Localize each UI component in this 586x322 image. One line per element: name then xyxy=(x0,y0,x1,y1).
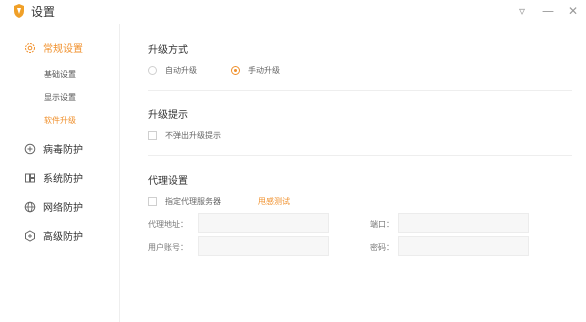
proxy-password-label: 密码： xyxy=(370,243,394,252)
sidebar-item-label: 病毒防护 xyxy=(43,145,83,156)
sidebar-item-label: 网络防护 xyxy=(43,203,83,214)
sidebar: 常规设置 基础设置 显示设置 软件升级 病毒防护 系统防护 网络防护 高级防护 xyxy=(0,24,120,322)
radio-label: 手动升级 xyxy=(248,66,280,75)
radio-label: 自动升级 xyxy=(165,66,197,75)
proxy-address-label: 代理地址： xyxy=(148,220,188,229)
radio-button[interactable] xyxy=(148,66,157,75)
proxy-password-input[interactable] xyxy=(398,236,529,256)
radio-manual-upgrade[interactable]: 手动升级 xyxy=(231,65,280,76)
section-title-upgrade-mode: 升级方式 xyxy=(148,45,188,56)
sidebar-item-advanced[interactable]: 高级防护 xyxy=(24,228,83,243)
checkbox-label: 不弹出升级提示 xyxy=(165,131,221,140)
sidebar-subitem-basic[interactable]: 基础设置 xyxy=(44,69,76,80)
checkbox-no-upgrade-prompt[interactable]: 不弹出升级提示 xyxy=(148,130,221,141)
app-logo-icon xyxy=(14,4,24,18)
sidebar-item-system[interactable]: 系统防护 xyxy=(24,170,83,185)
window-title: 设置 xyxy=(31,5,56,19)
sidebar-subitem-upgrade[interactable]: 软件升级 xyxy=(44,115,76,126)
proxy-port-label: 端口： xyxy=(370,220,394,229)
divider xyxy=(148,155,572,156)
proxy-port-input[interactable] xyxy=(398,213,529,233)
section-title-proxy: 代理设置 xyxy=(148,176,188,187)
checkbox-label: 指定代理服务器 xyxy=(165,197,221,206)
sidebar-item-label: 系统防护 xyxy=(43,174,83,185)
sidebar-item-label: 高级防护 xyxy=(43,232,83,243)
sidebar-item-label: 常规设置 xyxy=(43,44,83,55)
close-button[interactable]: ✕ xyxy=(565,2,581,20)
sidebar-item-general[interactable]: 常规设置 xyxy=(24,40,83,55)
advanced-icon xyxy=(25,229,35,242)
sidebar-item-network[interactable]: 网络防护 xyxy=(24,199,83,214)
title-bar: 设置 ▿ — ✕ xyxy=(0,0,586,24)
system-icon xyxy=(25,173,35,182)
proxy-test-link[interactable]: 甩感测试 xyxy=(258,196,290,207)
section-title-upgrade-prompt: 升级提示 xyxy=(148,110,188,121)
gear-icon xyxy=(25,42,35,53)
sidebar-subitem-display[interactable]: 显示设置 xyxy=(44,92,76,103)
shield-plus-icon xyxy=(24,143,36,154)
radio-button[interactable] xyxy=(231,66,240,75)
proxy-user-label: 用户账号： xyxy=(148,243,188,252)
radio-auto-upgrade[interactable]: 自动升级 xyxy=(148,65,197,76)
menu-dropdown-icon[interactable]: ▿ xyxy=(514,2,530,20)
divider xyxy=(148,90,572,91)
checkbox[interactable] xyxy=(148,197,157,206)
globe-icon xyxy=(24,201,36,212)
checkbox[interactable] xyxy=(148,131,157,140)
sidebar-item-virus[interactable]: 病毒防护 xyxy=(24,141,83,156)
proxy-address-input[interactable] xyxy=(198,213,329,233)
checkbox-use-proxy[interactable]: 指定代理服务器 xyxy=(148,196,221,207)
proxy-user-input[interactable] xyxy=(198,236,329,256)
minimize-button[interactable]: — xyxy=(540,2,556,20)
